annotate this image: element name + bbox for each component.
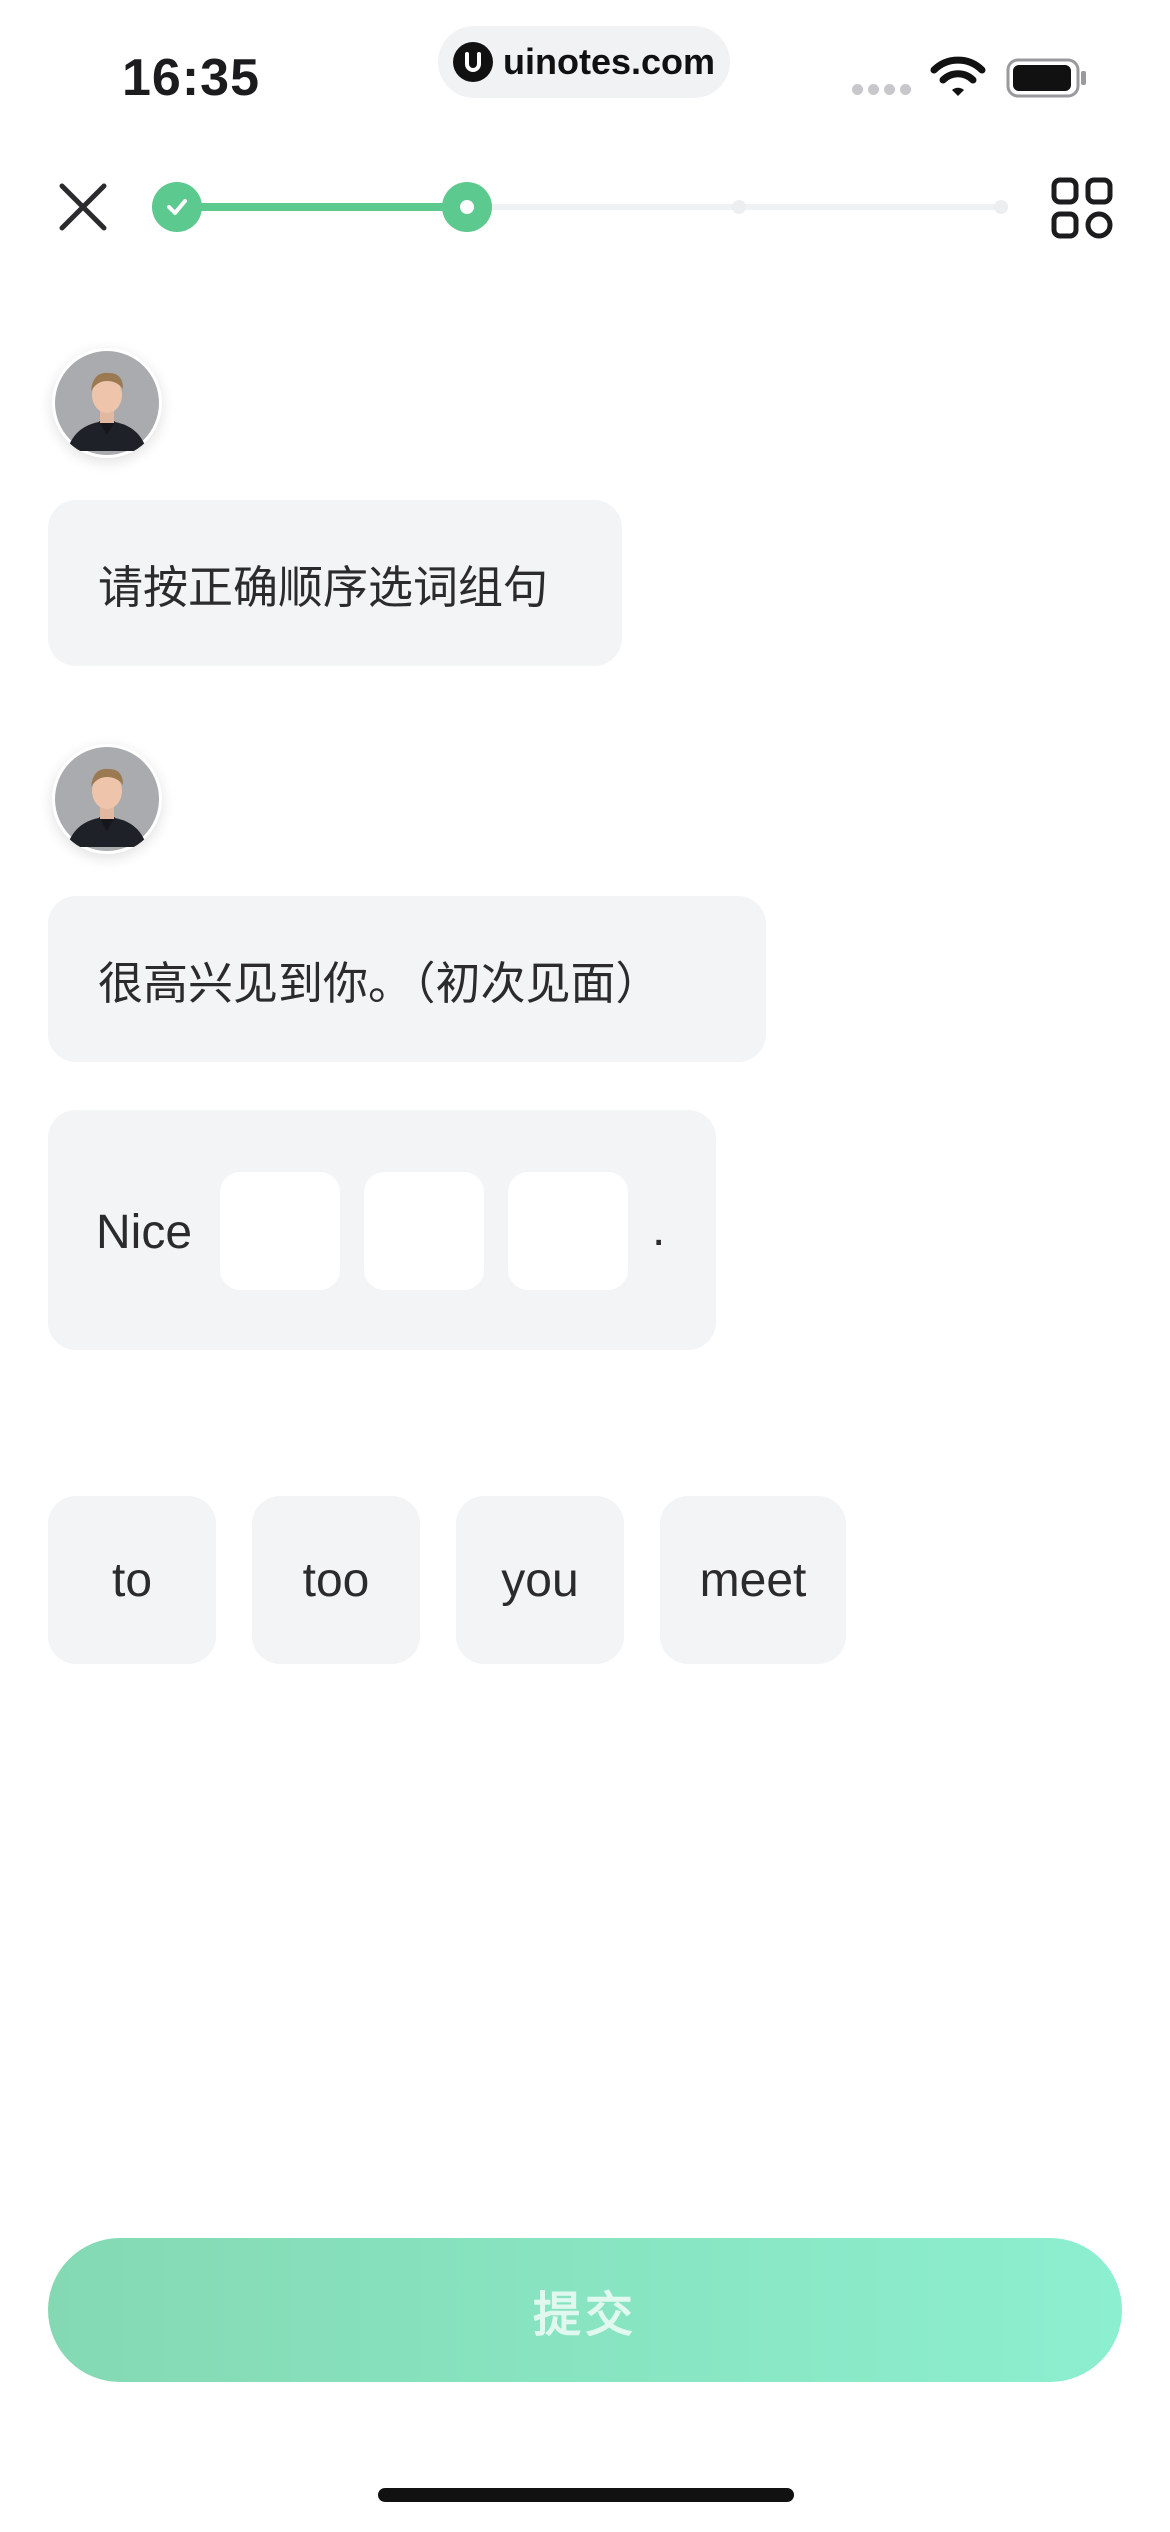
close-button[interactable] (52, 176, 114, 238)
word-option-you[interactable]: you (456, 1496, 624, 1664)
word-option-meet[interactable]: meet (660, 1496, 846, 1664)
wifi-icon (930, 56, 986, 105)
watermark-text: uinotes.com (502, 41, 716, 82)
submit-label: 提交 (532, 2289, 637, 2342)
word-option-to[interactable]: to (48, 1496, 216, 1664)
word-option-label: meet (699, 1553, 807, 1607)
battery-icon (1006, 58, 1088, 103)
home-indicator (378, 2488, 794, 2502)
answer-prefix-word: Nice (96, 1206, 193, 1259)
watermark-badge: uinotes.com (438, 26, 730, 98)
prompt-bubble: 很高兴见到你。（初次见面） (48, 896, 766, 1062)
submit-button[interactable]: 提交 (48, 2238, 1122, 2382)
answer-blank-slot[interactable] (220, 1172, 340, 1290)
instruction-text: 请按正确顺序选词组句 (98, 561, 549, 613)
word-option-label: you (501, 1553, 579, 1607)
word-option-label: to (111, 1553, 153, 1607)
answer-sentence-box: Nice . (48, 1110, 716, 1350)
answer-suffix-punctuation: . (652, 1203, 666, 1256)
prompt-sentence: 很高兴见到你。（初次见面） (98, 957, 661, 1009)
cellular-signal-icon (852, 84, 911, 95)
tutor-avatar (52, 348, 162, 458)
check-icon (167, 199, 187, 215)
word-option-too[interactable]: too (252, 1496, 420, 1664)
grid-icon (1051, 177, 1113, 239)
step-pending-marker (994, 200, 1008, 214)
avatar-icon (55, 747, 159, 851)
grid-menu-button[interactable] (1050, 176, 1114, 240)
progress-fill (176, 203, 467, 211)
word-option-label: too (302, 1553, 370, 1607)
instruction-bubble: 请按正确顺序选词组句 (48, 500, 622, 666)
step-completed-marker (152, 182, 202, 232)
answer-blank-slot[interactable] (508, 1172, 628, 1290)
answer-blank-slot[interactable] (364, 1172, 484, 1290)
avatar-icon (55, 351, 159, 455)
watermark-logo-icon (452, 42, 493, 82)
close-icon (59, 183, 107, 231)
status-time: 16:35 (122, 49, 260, 107)
tutor-avatar (52, 744, 162, 854)
step-pending-marker (732, 200, 746, 214)
lesson-screen: 16:35 uinotes.com 请按正确顺序选词组句 很高兴见到你。（初次见… (0, 0, 1170, 2532)
step-current-marker (442, 182, 492, 232)
